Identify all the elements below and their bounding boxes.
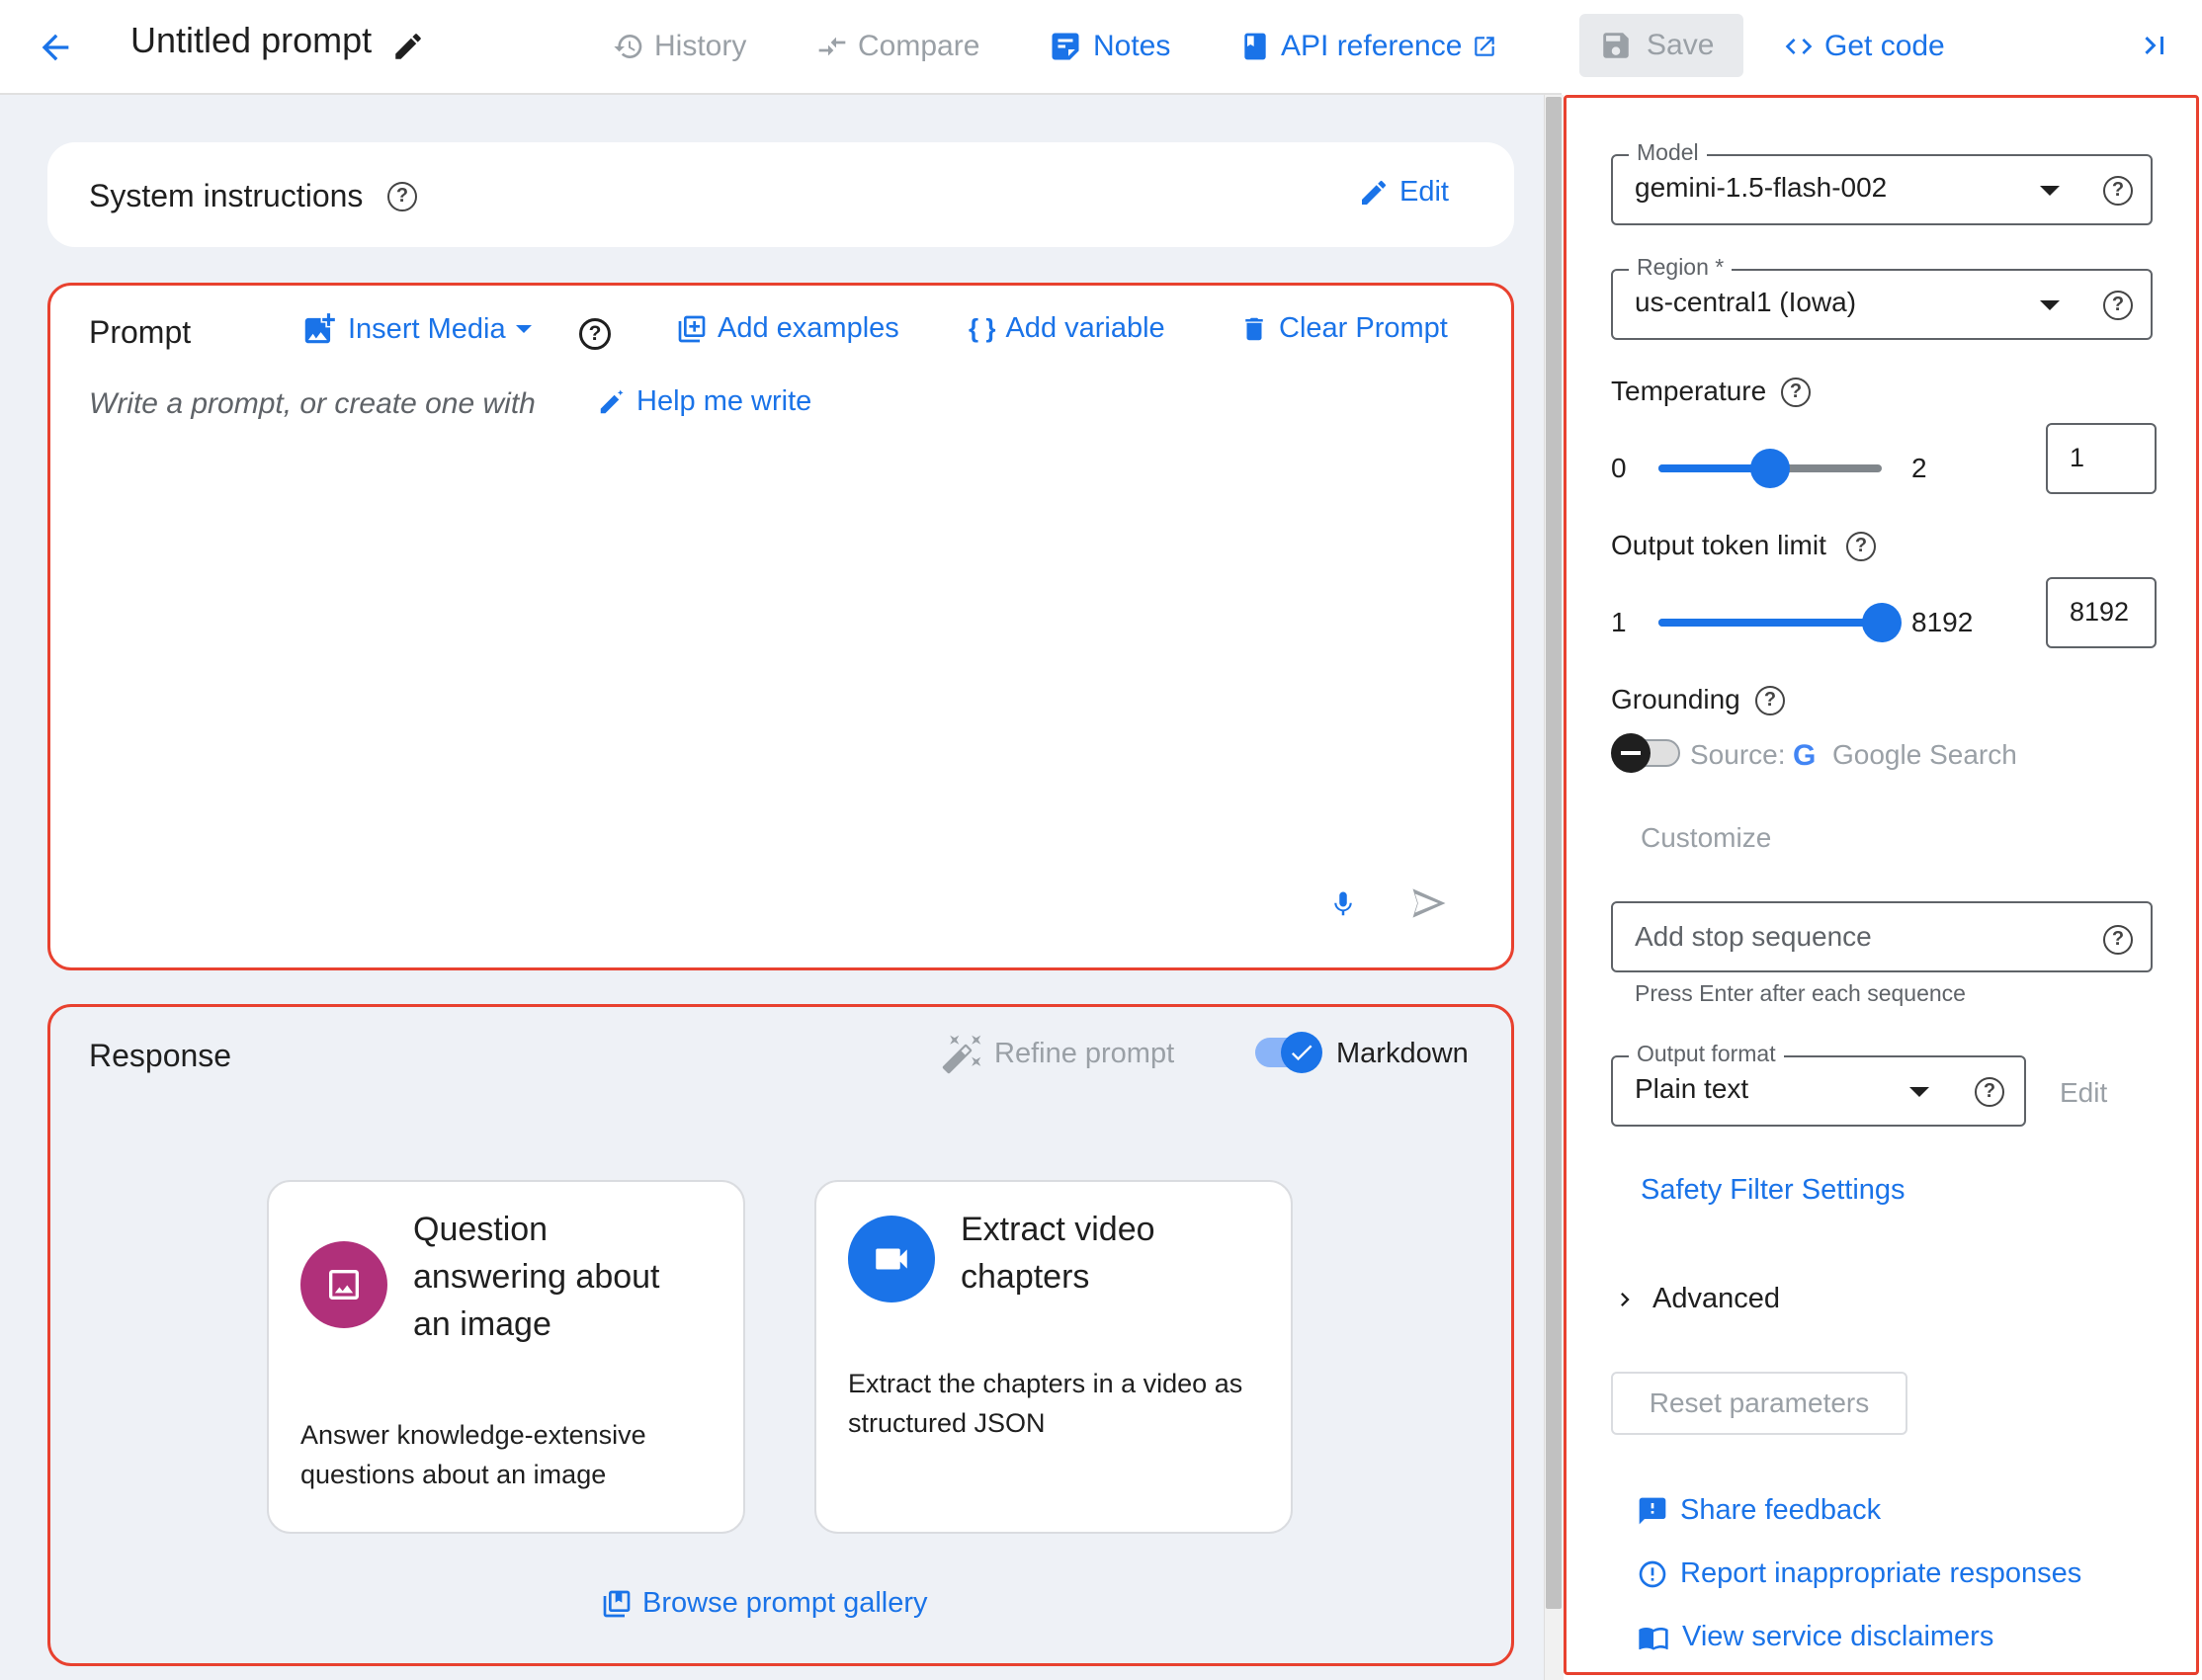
help-icon[interactable]: ? (387, 182, 417, 211)
code-icon (1783, 31, 1815, 62)
collapse-panel-icon[interactable] (2137, 28, 2172, 63)
notes-button[interactable]: Notes (1048, 22, 1170, 71)
settings-highlight-frame (1564, 95, 2199, 1675)
system-instructions-card[interactable]: System instructions ? Edit (47, 142, 1514, 247)
open-in-new-icon (1472, 34, 1497, 59)
system-instructions-label: System instructions (89, 178, 364, 213)
scrollbar-thumb[interactable] (1546, 97, 1562, 1609)
notes-icon (1048, 29, 1083, 64)
edit-title-pencil-icon[interactable] (391, 30, 425, 63)
book-icon (1239, 29, 1271, 64)
history-icon (613, 31, 644, 62)
back-arrow-icon[interactable] (36, 28, 75, 67)
top-bar-right: Save Get code (1564, 0, 2202, 95)
save-icon (1599, 29, 1633, 62)
page-title: Untitled prompt (130, 20, 373, 60)
api-reference-link[interactable]: API reference (1239, 22, 1497, 71)
pencil-icon (1358, 177, 1390, 209)
get-code-button[interactable]: Get code (1783, 22, 1945, 71)
compare-button[interactable]: Compare (816, 22, 979, 71)
response-highlight-frame (47, 1004, 1514, 1666)
save-button[interactable]: Save (1579, 14, 1743, 77)
save-label: Save (1647, 29, 1715, 61)
edit-label: Edit (1399, 176, 1449, 208)
get-code-label: Get code (1824, 30, 1945, 62)
top-bar: Untitled prompt History Compare Notes AP… (0, 0, 1562, 95)
edit-system-instructions-button[interactable]: Edit (1358, 176, 1449, 209)
compare-icon (816, 31, 848, 62)
prompt-highlight-frame (47, 283, 1514, 970)
compare-label: Compare (858, 30, 980, 62)
history-label: History (654, 30, 747, 62)
notes-label: Notes (1093, 30, 1171, 62)
api-reference-label: API reference (1281, 30, 1463, 62)
history-button[interactable]: History (613, 22, 746, 71)
